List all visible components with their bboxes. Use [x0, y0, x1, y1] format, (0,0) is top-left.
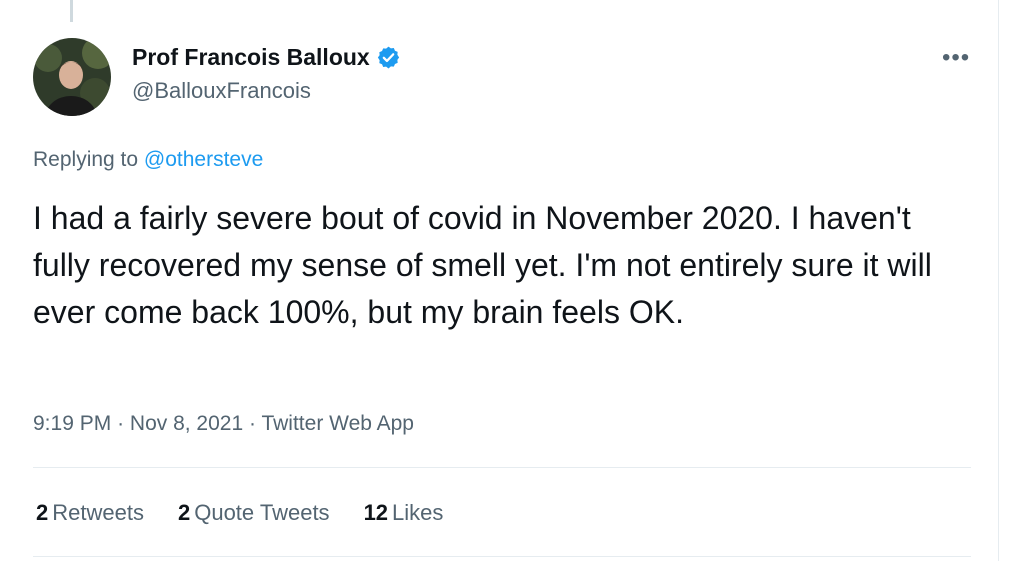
meta-separator: · — [249, 412, 256, 435]
tweet-text: I had a fairly severe bout of covid in N… — [33, 200, 932, 330]
replying-to-mention-link[interactable]: @othersteve — [144, 148, 263, 171]
likes-count: 12 — [363, 500, 389, 525]
divider — [33, 467, 971, 468]
tweet-time-link[interactable]: 9:19 PM — [33, 412, 111, 435]
thread-connector-line — [70, 0, 73, 22]
tweet-source: Twitter Web App — [261, 412, 414, 435]
quote-tweets-label: Quote Tweets — [194, 500, 330, 525]
quote-tweets-stat[interactable]: 2 Quote Tweets — [178, 500, 330, 526]
quote-tweets-count: 2 — [177, 500, 191, 525]
likes-stat[interactable]: 12 Likes — [364, 500, 444, 526]
retweets-stat[interactable]: 2 Retweets — [36, 500, 144, 526]
tweet-metadata: 9:19 PM · Nov 8, 2021 · Twitter Web App — [33, 412, 414, 436]
replying-to: Replying to @othersteve — [33, 148, 263, 172]
avatar-photo — [33, 38, 111, 116]
verified-badge-icon — [376, 45, 401, 70]
replying-to-label: Replying to — [33, 148, 139, 171]
meta-separator: · — [117, 412, 125, 435]
author-handle[interactable]: @BallouxFrancois — [132, 78, 311, 104]
author-display-name[interactable]: Prof Francois Balloux — [132, 44, 370, 71]
likes-label: Likes — [392, 500, 444, 525]
retweets-count: 2 — [36, 500, 49, 525]
timeline-border — [998, 0, 999, 561]
divider — [33, 556, 971, 557]
author-name-row: Prof Francois Balloux — [132, 44, 401, 71]
more-options-icon[interactable]: ••• — [942, 44, 970, 72]
engagement-stats: 2 Retweets 2 Quote Tweets 12 Likes — [36, 500, 443, 526]
retweets-label: Retweets — [52, 500, 144, 525]
tweet-date-link[interactable]: Nov 8, 2021 — [130, 412, 243, 435]
avatar[interactable] — [33, 38, 111, 116]
